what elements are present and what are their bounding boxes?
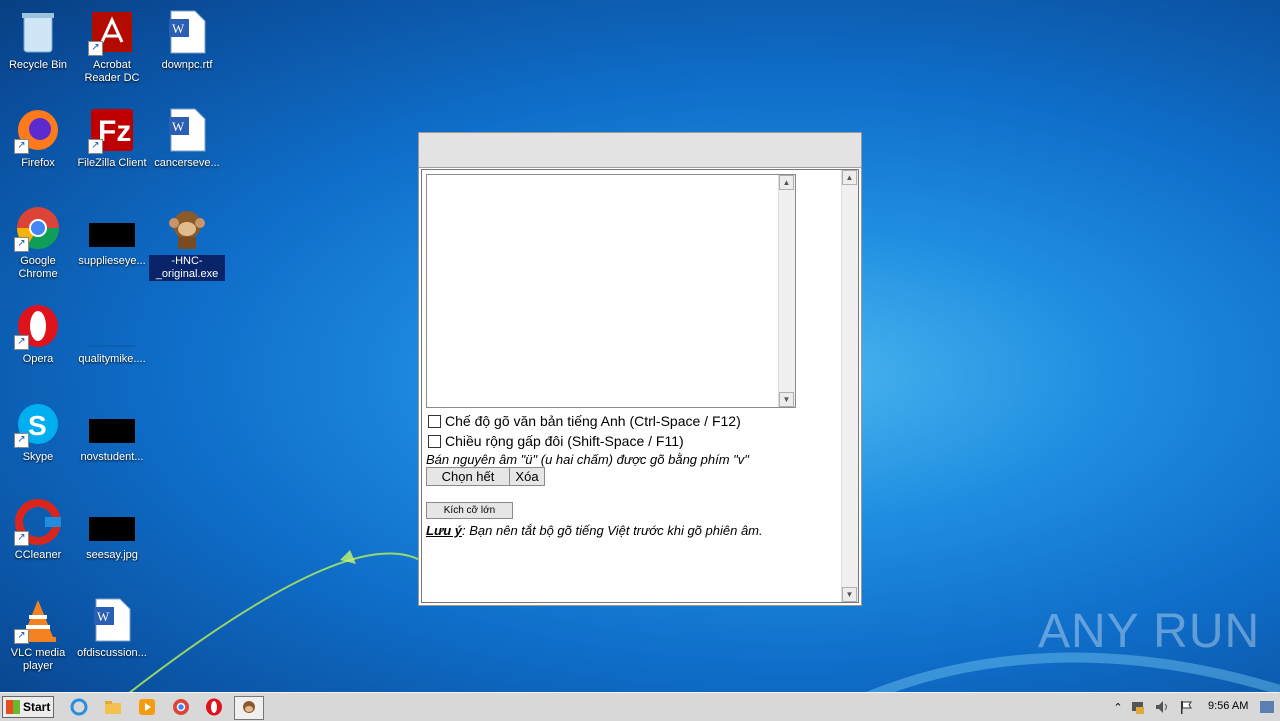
firefox-icon: ↗: [14, 106, 62, 154]
english-mode-label: Chế độ gõ văn bản tiếng Anh (Ctrl-Space …: [445, 413, 741, 429]
media-player-icon[interactable]: [137, 697, 157, 717]
desktop-icon-label: CCleaner: [14, 549, 62, 561]
double-width-checkbox[interactable]: [428, 434, 441, 448]
scroll-up-arrow-icon[interactable]: ▲: [779, 175, 794, 190]
app-window: ▲ ▼ ▲ ▼ Chế độ gõ văn bản tiếng Anh (Ctr…: [418, 132, 862, 606]
word-doc-icon: W: [163, 8, 211, 56]
windows-logo-icon: [6, 700, 20, 714]
volume-icon[interactable]: [1152, 697, 1172, 717]
window-titlebar[interactable]: [419, 133, 861, 168]
desktop-icon-label: cancerseve...: [154, 157, 220, 169]
desktop-icon-seesay[interactable]: seesay.jpg: [74, 498, 150, 562]
anyrun-watermark: ANY RUN: [1038, 605, 1261, 658]
desktop-icon-label: Google Chrome: [18, 255, 58, 280]
ccleaner-icon: ↗: [14, 498, 62, 546]
opera-icon: ↗: [14, 302, 62, 350]
svg-text:W: W: [172, 119, 185, 134]
desktop-icon-novstudent[interactable]: novstudent...: [74, 400, 150, 464]
desktop-icon-downpc[interactable]: W downpc.rtf: [149, 8, 225, 72]
hint-text: Bán nguyên âm "ü" (u hai chấm) được gõ b…: [426, 452, 749, 467]
scroll-down-arrow-icon[interactable]: ▼: [779, 392, 794, 407]
desktop-icon-opera[interactable]: ↗ Opera: [0, 302, 76, 366]
note-label: Lưu ý: [426, 523, 463, 538]
svg-text:W: W: [172, 21, 185, 36]
textarea-scrollbar[interactable]: ▲ ▼: [778, 175, 795, 407]
desktop-icon-acrobat[interactable]: ↗ Acrobat Reader DC: [74, 8, 150, 85]
acrobat-icon: ↗: [88, 8, 136, 56]
phonetic-textarea[interactable]: ▲ ▼: [426, 174, 796, 408]
scroll-down-arrow-icon[interactable]: ▼: [842, 587, 857, 602]
desktop-icon-vlc[interactable]: ↗ VLC media player: [0, 596, 76, 673]
desktop-icon-firefox[interactable]: ↗ Firefox: [0, 106, 76, 170]
taskbar: Start ⌃ 9:56 AM: [0, 692, 1280, 721]
clock[interactable]: 9:56 AM: [1208, 700, 1248, 712]
desktop-icon-filezilla[interactable]: Fz ↗ FileZilla Client: [74, 106, 150, 170]
action-center-flag-icon[interactable]: [1176, 697, 1196, 717]
black-thumbnail-icon: [88, 400, 136, 448]
black-thumbnail-icon: [88, 498, 136, 546]
svg-text:W: W: [97, 609, 110, 624]
double-width-option[interactable]: Chiều rộng gấp đôi (Shift-Space / F11): [428, 433, 684, 449]
network-icon[interactable]: [1128, 697, 1148, 717]
monkey-exe-icon: [163, 204, 211, 252]
chrome-taskbar-icon[interactable]: [171, 697, 191, 717]
delete-button[interactable]: Xóa: [509, 467, 545, 486]
desktop-icon-label: seesay.jpg: [86, 549, 138, 561]
recycle-bin-icon: [14, 8, 62, 56]
large-size-button[interactable]: Kích cỡ lớn: [426, 502, 513, 519]
hnc-taskbar-icon[interactable]: [234, 696, 264, 720]
desktop-icon-label: qualitymike....: [78, 353, 146, 365]
desktop-icon-label: Skype: [22, 451, 54, 463]
vlc-icon: ↗: [14, 596, 62, 644]
desktop-icon-ccleaner[interactable]: ↗ CCleaner: [0, 498, 76, 562]
desktop-icon-label: Opera: [22, 353, 54, 365]
scroll-up-arrow-icon[interactable]: ▲: [842, 170, 857, 185]
desktop-icon-qualitymike[interactable]: qualitymike....: [74, 302, 150, 366]
desktop-icon-skype[interactable]: S ↗ Skype: [0, 400, 76, 464]
skype-icon: S ↗: [14, 400, 62, 448]
filezilla-icon: Fz ↗: [88, 106, 136, 154]
desktop-icon-label: -HNC-_original.exe: [149, 255, 225, 281]
opera-taskbar-icon[interactable]: [204, 697, 224, 717]
desktop-icon-label: novstudent...: [80, 451, 144, 463]
desktop-icon-label: downpc.rtf: [161, 59, 213, 71]
note-text: : Bạn nên tắt bộ gõ tiếng Việt trước khi…: [462, 523, 763, 538]
show-desktop-icon[interactable]: [1258, 697, 1276, 717]
english-mode-option[interactable]: Chế độ gõ văn bản tiếng Anh (Ctrl-Space …: [428, 413, 741, 429]
window-content: ▲ ▼ ▲ ▼ Chế độ gõ văn bản tiếng Anh (Ctr…: [421, 169, 859, 603]
show-hidden-icons-icon[interactable]: ⌃: [1108, 697, 1128, 717]
desktop-icon-label: VLC media player: [10, 647, 66, 672]
desktop-icon-label: Acrobat Reader DC: [84, 59, 140, 84]
desktop-icon-ofdiscussion[interactable]: W ofdiscussion...: [74, 596, 150, 660]
desktop-icon-recycle-bin[interactable]: Recycle Bin: [0, 8, 76, 72]
ie-icon[interactable]: [69, 697, 89, 717]
desktop-icon-label: Recycle Bin: [8, 59, 68, 71]
window-scrollbar[interactable]: ▲ ▼: [841, 170, 858, 602]
svg-text:S: S: [28, 410, 47, 441]
desktop-icon-supplieseye[interactable]: supplieseye...: [74, 204, 150, 268]
blank-file-icon: [88, 302, 136, 350]
desktop-icon-label: ofdiscussion...: [77, 647, 147, 659]
desktop-icon-cancerseve[interactable]: W cancerseve...: [149, 106, 225, 170]
start-label: Start: [23, 700, 51, 714]
desktop-icon-label: FileZilla Client: [77, 157, 147, 169]
english-mode-checkbox[interactable]: [428, 414, 441, 428]
double-width-label: Chiều rộng gấp đôi (Shift-Space / F11): [445, 433, 684, 449]
desktop-icon-label: supplieseye...: [78, 255, 146, 267]
word-doc-icon: W: [88, 596, 136, 644]
select-all-button[interactable]: Chọn hết: [426, 467, 510, 486]
black-thumbnail-icon: [88, 204, 136, 252]
desktop-icon-hnc-original[interactable]: -HNC-_original.exe: [149, 204, 225, 281]
word-doc-icon: W: [163, 106, 211, 154]
desktop-icon-label: Firefox: [21, 157, 55, 169]
chrome-icon: ↗: [14, 204, 62, 252]
desktop-icon-chrome[interactable]: ↗ Google Chrome: [0, 204, 76, 281]
start-button[interactable]: Start: [2, 696, 54, 718]
explorer-icon[interactable]: [103, 697, 123, 717]
note-line: Lưu ý: Bạn nên tắt bộ gõ tiếng Việt trướ…: [426, 523, 763, 538]
